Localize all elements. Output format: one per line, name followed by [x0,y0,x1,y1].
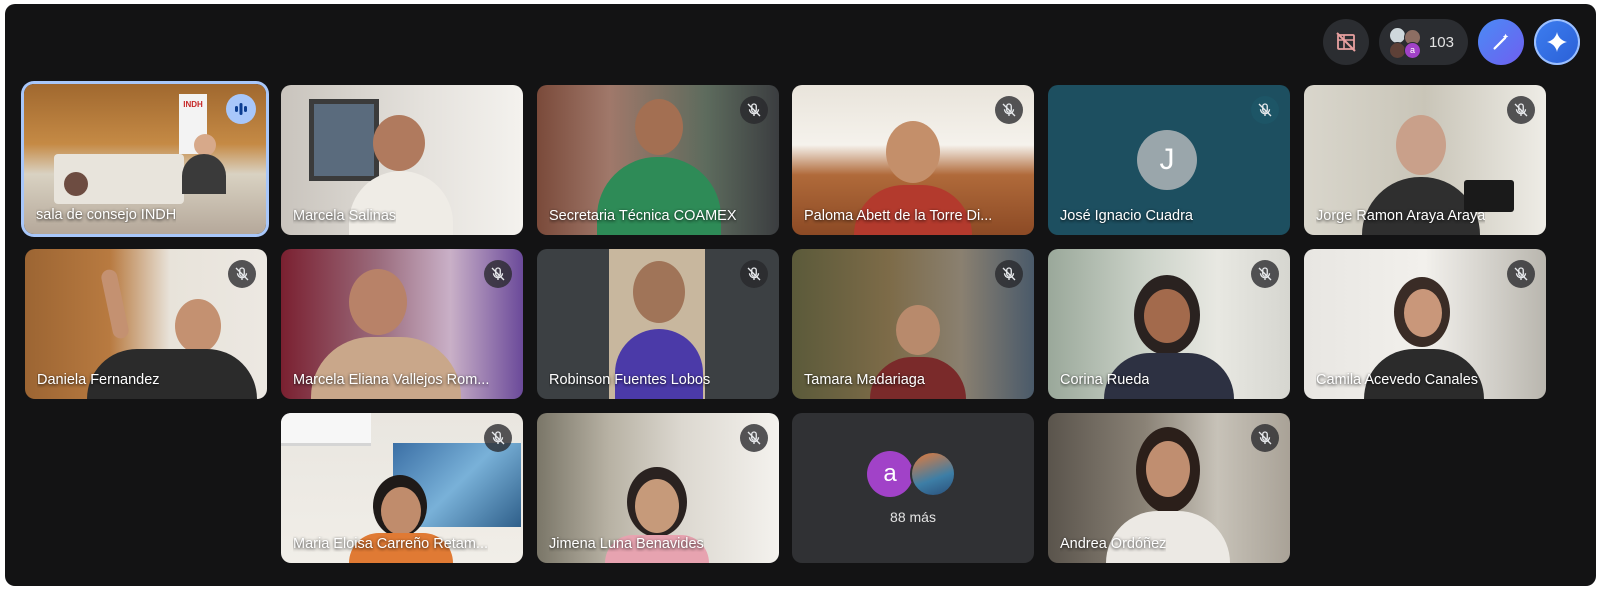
mic-off-icon [740,424,768,452]
avatar: J [1137,130,1197,190]
mic-off-icon [228,260,256,288]
participant-count: 103 [1428,33,1454,51]
participant-tile[interactable]: J José Ignacio Cuadra [1048,85,1290,235]
participant-tile[interactable]: Robinson Fuentes Lobos [537,249,779,399]
avatar [910,451,956,497]
mic-off-icon [740,260,768,288]
participant-name: Jimena Luna Benavides [549,536,704,552]
participant-tile[interactable]: Marcela Salinas [281,85,523,235]
participant-name: Corina Rueda [1060,372,1150,388]
participant-name: Maria Eloisa Carreño Retam... [293,536,489,552]
magic-pen-icon [1493,33,1509,50]
participant-name: Andrea Ordóñez [1060,536,1167,552]
more-participants-tile[interactable]: a 88 más [792,413,1034,563]
mic-off-icon [995,260,1023,288]
audio-level-icon [235,103,247,115]
avatar: a [867,451,913,497]
mic-off-icon [995,96,1023,124]
layout-off-icon [1336,32,1356,52]
participant-name: Marcela Salinas [293,208,397,224]
people-icon: a [1387,25,1421,59]
participant-name: Marcela Eliana Vallejos Rom... [293,372,490,388]
participant-tile[interactable]: Andrea Ordóñez [1048,413,1290,563]
more-participants-label: 88 más [890,509,936,525]
participant-tile[interactable]: Camila Acevedo Canales [1304,249,1546,399]
participant-tile[interactable]: Marcela Eliana Vallejos Rom... [281,249,523,399]
speaking-indicator [226,94,256,124]
meeting-stage: a 103 INDH sala de consejo INDH Marcela … [5,4,1596,586]
mic-off-icon [1507,260,1535,288]
participant-name: Paloma Abett de la Torre Di... [804,208,993,224]
magic-pen-button[interactable] [1478,19,1524,65]
top-toolbar: a 103 [1322,19,1580,65]
participant-tile[interactable]: Corina Rueda [1048,249,1290,399]
participant-name: sala de consejo INDH [36,207,177,223]
mic-off-icon [740,96,768,124]
gemini-sparkle-icon [1547,32,1567,52]
participant-name: Robinson Fuentes Lobos [549,372,711,388]
participant-tile[interactable]: Jimena Luna Benavides [537,413,779,563]
mic-off-icon [1251,260,1279,288]
participant-tile[interactable]: Paloma Abett de la Torre Di... [792,85,1034,235]
participant-tile[interactable]: Maria Eloisa Carreño Retam... [281,413,523,563]
participants-button[interactable]: a 103 [1378,19,1468,65]
mic-off-icon [1251,96,1279,124]
participant-tile[interactable]: Jorge Ramon Araya Araya [1304,85,1546,235]
participant-name: José Ignacio Cuadra [1060,208,1193,224]
participant-tile[interactable]: Tamara Madariaga [792,249,1034,399]
mic-off-icon [1251,424,1279,452]
participant-tile[interactable]: Secretaria Técnica COAMEX [537,85,779,235]
participant-name: Camila Acevedo Canales [1316,372,1479,388]
mic-off-icon [484,260,512,288]
mic-off-icon [484,424,512,452]
participant-name: Tamara Madariaga [804,372,925,388]
participant-tile[interactable]: Daniela Fernandez [25,249,267,399]
gemini-button[interactable] [1534,19,1580,65]
participant-name: Daniela Fernandez [37,372,160,388]
mic-off-icon [1507,96,1535,124]
participant-name: Secretaria Técnica COAMEX [549,208,737,224]
layout-off-button[interactable] [1322,19,1369,65]
participant-name: Jorge Ramon Araya Araya [1316,208,1486,224]
participant-tile[interactable]: INDH sala de consejo INDH [24,84,266,234]
